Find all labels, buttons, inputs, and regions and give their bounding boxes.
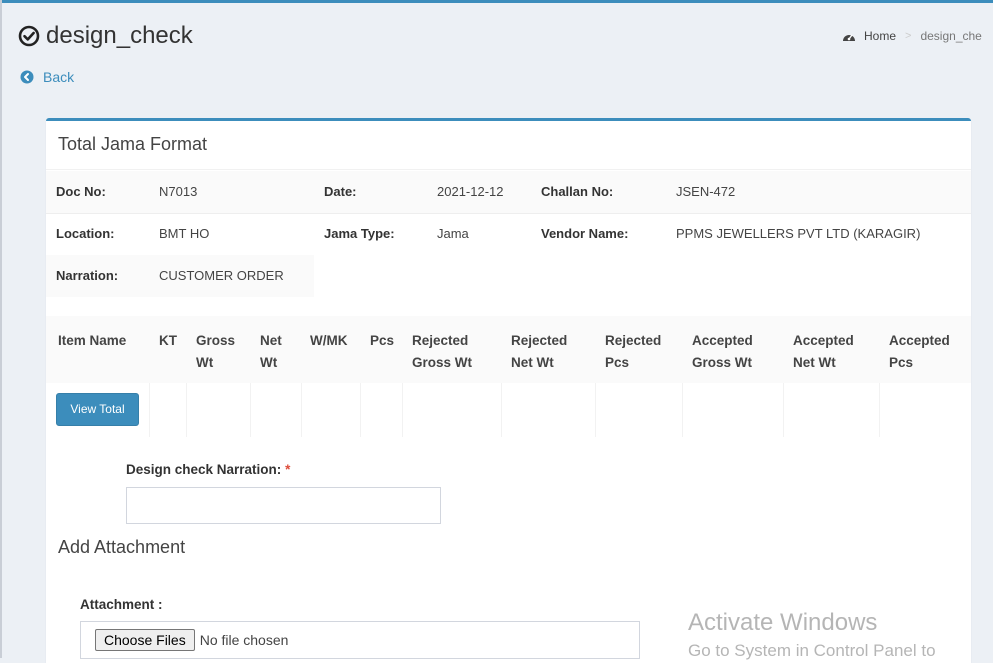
cell-divider [595,383,596,437]
jama-type-label: Jama Type: [324,226,395,241]
left-border [0,0,2,658]
attachment-file-input[interactable]: Choose Files No file chosen [80,621,640,659]
table-row: View Total [46,383,971,437]
narration-label: Narration: [56,268,119,283]
col-kt: KT [159,333,177,348]
activate-windows-hint: Go to System in Control Panel to [688,641,936,660]
info-row-narration: Narration: CUSTOMER ORDER [46,255,314,297]
col-pcs: Pcs [370,333,395,348]
design-check-narration-label: Design check Narration: * [126,462,291,477]
breadcrumb-home[interactable]: Home [864,29,896,43]
choose-files-button[interactable]: Choose Files [95,629,195,651]
date-label: Date: [324,184,357,199]
attachment-label: Attachment : [80,597,163,612]
challan-no-label: Challan No: [541,184,614,199]
check-circle-icon [18,25,40,47]
back-label: Back [43,69,75,85]
design-check-narration-input[interactable] [126,487,441,524]
date-value: 2021-12-12 [437,184,504,199]
breadcrumb-current: design_che [920,29,982,43]
col-wmk: W/MK [310,333,348,348]
table-header: Item Name KT Gross Wt Net Wt W/MK Pcs Reje… [46,316,971,383]
col-rejected-net-wt: Rejected Net Wt [511,333,568,370]
narration-value: CUSTOMER ORDER [159,268,284,283]
col-gross-wt: Gross Wt [196,333,236,370]
col-rejected-gross-wt: Rejected Gross Wt [412,333,473,370]
doc-no-label: Doc No: [56,184,106,199]
top-accent-line [0,0,993,3]
doc-no-value: N7013 [159,184,198,199]
cell-divider [682,383,683,437]
location-value: BMT HO [159,226,210,241]
cell-divider [879,383,880,437]
back-link[interactable]: Back [20,69,74,85]
view-total-button[interactable]: View Total [56,393,139,426]
add-attachment-heading: Add Attachment [58,537,186,557]
col-rejected-pcs: Rejected Pcs [605,333,662,370]
box-title: Total Jama Format [46,121,971,170]
challan-no-value: JSEN-472 [676,184,736,199]
required-mark: * [285,462,291,477]
col-accepted-net-wt: Accepted Net Wt [793,333,854,370]
col-item-name: Item Name [58,333,127,348]
cell-divider [783,383,784,437]
cell-divider [301,383,302,437]
file-status-text: No file chosen [199,632,289,648]
page-title-text: design_check [46,22,193,49]
location-label: Location: [56,226,115,241]
dashboard-icon [843,34,855,41]
jama-type-value: Jama [437,226,469,241]
info-row-doc: Doc No: N7013 Date: 2021-12-12 Challan N… [46,171,971,213]
cell-divider [402,383,403,437]
col-accepted-gross-wt: Accepted Gross Wt [692,333,753,370]
cell-divider [186,383,187,437]
cell-divider [360,383,361,437]
cell-divider [501,383,502,437]
cell-divider [149,383,150,437]
page-title: design_check [18,20,193,52]
info-row-location: Location: BMT HO Jama Type: Jama Vendor … [46,213,971,255]
cell-divider [250,383,251,437]
breadcrumb: Home > design_che [842,29,993,43]
jama-format-box: Total Jama Format Doc No: N7013 Date: 20… [46,118,971,663]
arrow-circle-left-icon [20,70,34,84]
vendor-name-value: PPMS JEWELLERS PVT LTD (KARAGIR) [676,226,921,241]
vendor-name-label: Vendor Name: [541,226,629,241]
activate-windows-watermark: Activate Windows [688,609,878,636]
col-net-wt: Net Wt [260,333,282,370]
breadcrumb-separator: > [905,30,912,42]
col-accepted-pcs: Accepted Pcs [889,333,950,370]
